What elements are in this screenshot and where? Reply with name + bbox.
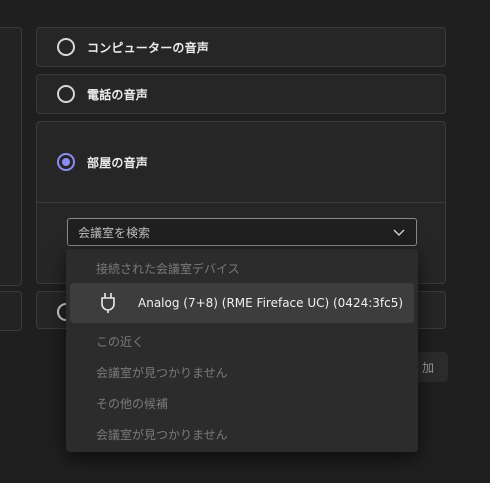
room-search-placeholder: 会議室を検索 <box>78 225 151 240</box>
connected-device-item[interactable]: Analog (7+8) (RME Fireface UC) (0424:3fc… <box>70 283 414 323</box>
connected-devices-header: 接続された会議室デバイス <box>96 262 240 276</box>
connected-device-label: Analog (7+8) (RME Fireface UC) (0424:3fc… <box>138 296 404 310</box>
room-search-popup: 接続された会議室デバイス Analog (7+8) (RME Fireface … <box>66 249 418 452</box>
room-search-dropdown[interactable]: 会議室を検索 <box>67 218 417 246</box>
option-phone-audio[interactable]: 電話の音声 <box>36 74 446 114</box>
left-panel-bottom <box>0 291 22 331</box>
radio-computer-audio[interactable] <box>57 38 75 56</box>
plug-icon <box>101 293 115 313</box>
left-panel <box>0 27 22 286</box>
other-empty-message: 会議室が見つかりません <box>96 428 228 442</box>
option-computer-audio[interactable]: コンピューターの音声 <box>36 27 446 67</box>
radio-room-audio[interactable] <box>57 153 75 171</box>
option-label-room-audio: 部屋の音声 <box>87 155 149 170</box>
option-label-computer-audio: コンピューターの音声 <box>87 40 210 55</box>
add-button-label: 加 <box>421 360 434 375</box>
nearby-empty-message: 会議室が見つかりません <box>96 366 228 380</box>
radio-phone-audio[interactable] <box>57 85 75 103</box>
audio-settings-page: コンピューターの音声 電話の音声 部屋の音声 会議室を検索 加 接続された会議室… <box>0 0 490 483</box>
nearby-header: この近く <box>96 335 145 349</box>
option-label-phone-audio: 電話の音声 <box>87 87 149 102</box>
card-divider <box>37 202 445 203</box>
chevron-down-icon <box>393 229 405 236</box>
other-candidates-header: その他の候補 <box>96 397 169 411</box>
